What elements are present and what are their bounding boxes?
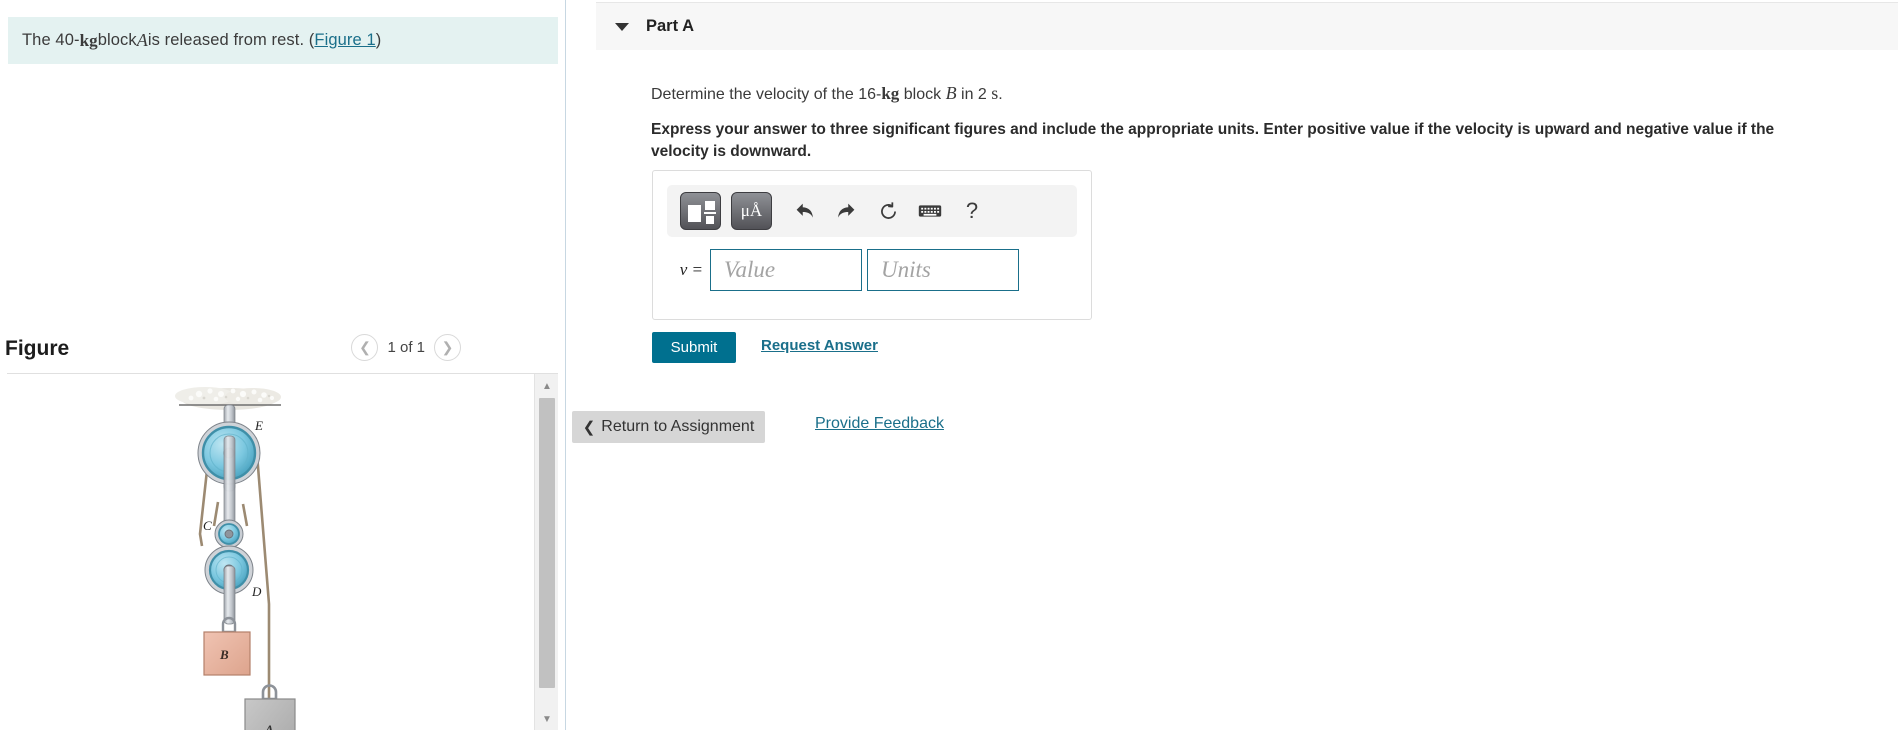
svg-text:A: A (264, 722, 274, 730)
return-to-assignment-label: Return to Assignment (601, 418, 755, 435)
value-input[interactable] (710, 249, 862, 291)
mid-rod (223, 435, 236, 535)
figure-next-button[interactable]: ❯ (434, 334, 461, 361)
provide-feedback-link[interactable]: Provide Feedback (815, 415, 944, 433)
block-a: A (244, 698, 296, 730)
question-body-label: B (945, 83, 957, 103)
figure-title: Figure (5, 337, 70, 360)
page-root: The 40- kg block A is released from rest.… (0, 0, 1898, 730)
answer-entry-box: μÅ ? v = Value Units (652, 170, 1092, 320)
question-text-mid: block (899, 86, 946, 103)
scroll-up-arrow-icon[interactable]: ▲ (535, 376, 558, 396)
question-text-end: . (998, 86, 1003, 103)
answer-equation-row: v = (667, 249, 1019, 291)
figure-prev-button[interactable]: ❮ (351, 334, 379, 361)
pulley-system-figure: E C D B A (175, 387, 296, 730)
question-unit-kg: kg (881, 84, 900, 103)
part-a-header[interactable]: Part A (596, 2, 1898, 50)
right-panel: Part A Determine the velocity of the 16-… (567, 0, 1898, 730)
lower-rod (223, 565, 236, 625)
figure-counter: 1 of 1 (387, 339, 425, 356)
problem-unit-kg: kg (79, 30, 98, 50)
figure-navigation: ❮ 1 of 1 ❯ (351, 334, 461, 361)
figure-header: Figure ❮ 1 of 1 ❯ (0, 325, 566, 373)
redo-icon[interactable] (825, 192, 867, 230)
question-text-after: in 2 (956, 86, 992, 103)
pulley-c (214, 519, 244, 549)
problem-text-before: The 40- (22, 31, 80, 49)
question-text: Determine the velocity of the 16-kg bloc… (651, 83, 1003, 104)
problem-statement: The 40- kg block A is released from rest.… (8, 17, 558, 64)
help-icon[interactable]: ? (951, 192, 993, 230)
template-icon[interactable] (680, 192, 721, 230)
variable-label: v = (679, 260, 703, 279)
label-pulley-e: E (254, 418, 263, 433)
chevron-left-icon: ❮ (582, 419, 596, 436)
left-panel: The 40- kg block A is released from rest.… (0, 0, 566, 730)
keyboard-icon[interactable] (909, 192, 951, 230)
units-input[interactable] (867, 249, 1019, 291)
label-pulley-c: C (203, 518, 212, 533)
scroll-down-arrow-icon[interactable]: ▼ (535, 709, 558, 729)
block-b: B (203, 631, 251, 676)
problem-text-mid: block (97, 31, 137, 49)
math-toolbar: μÅ ? (667, 185, 1077, 237)
instruction-text: Express your answer to three significant… (651, 121, 1775, 161)
undo-icon[interactable] (783, 192, 825, 230)
label-pulley-d: D (251, 584, 262, 599)
figure-scrollbar[interactable]: ▲ ▼ (534, 374, 558, 730)
problem-text-end: ) (375, 31, 382, 49)
question-text-before: Determine the velocity of the 16- (651, 86, 882, 103)
return-to-assignment-button[interactable]: ❮ Return to Assignment (572, 411, 765, 443)
part-a-title: Part A (646, 17, 694, 35)
figure-1-link[interactable]: Figure 1 (314, 31, 375, 50)
submit-button[interactable]: Submit (652, 332, 736, 363)
problem-body-label: A (136, 30, 148, 50)
units-mu-angstrom-icon[interactable]: μÅ (731, 192, 772, 230)
problem-text-after: is released from rest. ( (147, 31, 315, 49)
figure-scrollbar-thumb[interactable] (539, 398, 555, 688)
caret-down-icon[interactable] (615, 22, 629, 31)
figure-panel: E C D B A ▲ ▼ (7, 373, 558, 730)
reset-icon[interactable] (867, 192, 909, 230)
request-answer-link[interactable]: Request Answer (761, 337, 878, 354)
svg-text:B: B (219, 647, 229, 662)
